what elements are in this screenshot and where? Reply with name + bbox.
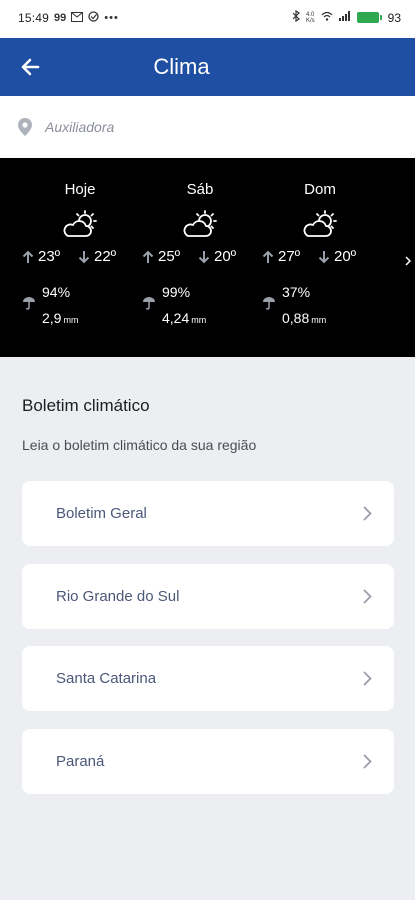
bulletin-item-rio-grande-do-sul[interactable]: Rio Grande do Sul [22, 564, 394, 629]
precip-value: 0,88 [282, 310, 310, 326]
notification-count: 99 [54, 12, 67, 24]
section-title: Boletim climático [22, 396, 150, 415]
arrow-up-icon [22, 250, 34, 263]
forecast-strip[interactable]: Hoje 23º 22º 94% 2,9 mm Sáb 25º 20º 99% … [0, 158, 415, 357]
partly-cloudy-icon [183, 210, 217, 237]
precip-unit: mm [191, 315, 207, 325]
status-bar: 15:49 99 ••• 4.0 K/s 93 [0, 0, 415, 38]
bulletin-item-geral[interactable]: Boletim Geral [22, 481, 394, 546]
chevron-right-icon [363, 589, 372, 604]
location-pin-icon [18, 118, 32, 136]
rain-probability: 99% [162, 284, 191, 300]
location-field[interactable]: Auxiliadora [0, 96, 415, 158]
forecast-day: Hoje 23º 22º 94% 2,9 mm [20, 158, 140, 357]
arrow-up-icon [142, 250, 154, 263]
bulletin-item-label: Rio Grande do Sul [56, 588, 180, 605]
min-temp-value: 22º [94, 248, 117, 265]
sync-icon [88, 11, 99, 25]
precip-value: 2,9 [42, 310, 62, 326]
max-temp-value: 23º [38, 248, 61, 265]
precipitation: 2,9 mm [42, 310, 78, 326]
mail-icon [71, 11, 84, 25]
max-temp: 23º [22, 248, 60, 265]
chevron-right-icon [363, 506, 372, 521]
max-temp: 27º [262, 248, 300, 265]
max-temp-value: 27º [278, 248, 301, 265]
bulletin-item-label: Paraná [56, 753, 105, 770]
battery-percent: 93 [387, 10, 401, 25]
arrow-down-icon [318, 250, 330, 263]
day-name: Hoje [64, 181, 96, 198]
min-temp: 20º [198, 248, 236, 265]
min-temp-value: 20º [334, 248, 357, 265]
arrow-up-icon [262, 250, 274, 263]
min-temp-value: 20º [214, 248, 237, 265]
bulletin-item-label: Boletim Geral [56, 505, 147, 522]
max-temp-value: 25º [158, 248, 181, 265]
chevron-right-icon [363, 754, 372, 769]
min-temp: 22º [78, 248, 116, 265]
more-dots-icon: ••• [104, 12, 119, 24]
rain-probability: 94% [42, 284, 71, 300]
status-right: 4.0 K/s 93 [292, 9, 401, 25]
bulletin-item-label: Santa Catarina [56, 670, 157, 687]
page-title-text: Clima [153, 54, 210, 79]
max-temp: 25º [142, 248, 180, 265]
bulletin-item-parana[interactable]: Paraná [22, 729, 394, 794]
signal-icon [338, 11, 351, 24]
min-temp: 20º [318, 248, 356, 265]
location-text: Auxiliadora [45, 119, 115, 135]
day-name: Sáb [186, 181, 214, 198]
forecast-day: Dom 27º 20º 37% 0,88 mm [260, 158, 380, 357]
chevron-right-icon [363, 671, 372, 686]
umbrella-icon [143, 297, 155, 310]
partly-cloudy-icon [303, 210, 337, 237]
wifi-icon [321, 11, 333, 24]
forecast-day: Sáb 25º 20º 99% 4,24 mm [140, 158, 260, 357]
battery-icon [356, 12, 382, 23]
precipitation: 4,24 mm [162, 310, 206, 326]
bluetooth-icon [292, 9, 300, 25]
status-left: 15:49 99 ••• [18, 11, 119, 25]
bulletin-item-santa-catarina[interactable]: Santa Catarina [22, 646, 394, 711]
network-speed-icon: 4.0 K/s [305, 11, 315, 24]
arrow-down-icon [78, 250, 90, 263]
scroll-right-icon [405, 256, 411, 266]
rain-probability: 37% [282, 284, 311, 300]
section-subtitle: Leia o boletim climático da sua região [22, 437, 257, 453]
partly-cloudy-icon [63, 210, 97, 237]
app-header: Clima [0, 38, 415, 96]
umbrella-icon [263, 297, 275, 310]
umbrella-icon [23, 297, 35, 310]
arrow-down-icon [198, 250, 210, 263]
precip-unit: mm [311, 315, 327, 325]
precip-value: 4,24 [162, 310, 190, 326]
precipitation: 0,88 mm [282, 310, 326, 326]
status-time: 15:49 [18, 11, 50, 25]
day-name: Dom [304, 181, 336, 198]
precip-unit: mm [63, 315, 79, 325]
page-title: Clima [0, 54, 415, 80]
